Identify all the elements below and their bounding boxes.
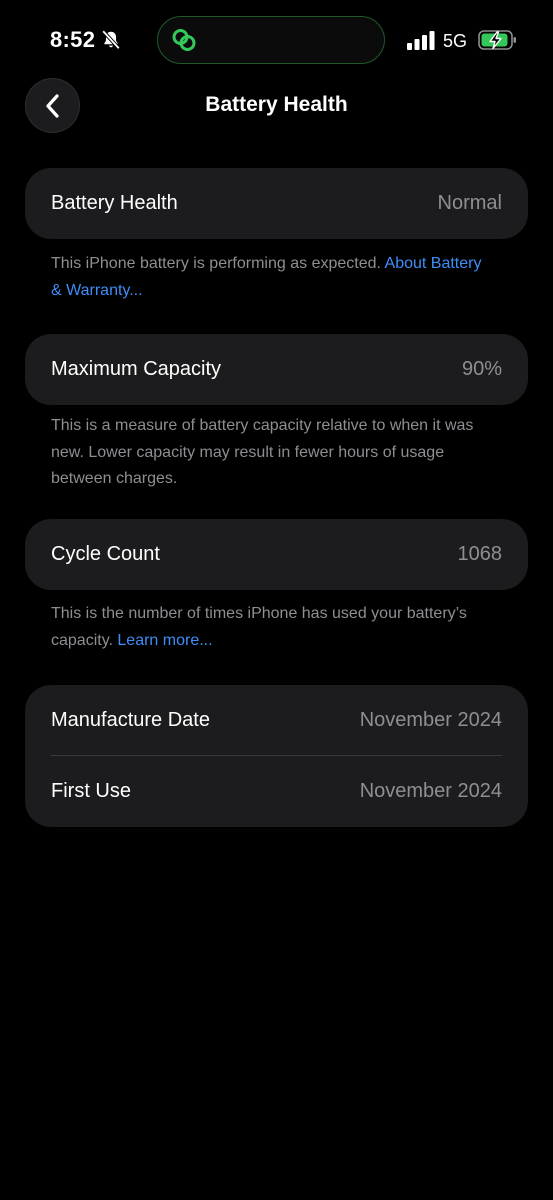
battery-health-value: Normal (437, 192, 502, 214)
maximum-capacity-value: 90% (461, 358, 502, 380)
bell-slash-icon (101, 30, 121, 50)
maximum-capacity-footnote: This is a measure of battery capacity re… (51, 417, 474, 487)
status-time: 8:52 (50, 27, 96, 52)
manufacture-date-label: Manufacture Date (51, 709, 210, 731)
first-use-row: First Use November 2024 (25, 756, 528, 827)
maximum-capacity-card: Maximum Capacity 90% (25, 334, 528, 405)
maximum-capacity-label: Maximum Capacity (51, 358, 222, 380)
first-use-value: November 2024 (359, 780, 502, 802)
battery-health-description: This iPhone battery is performing as exp… (51, 255, 385, 272)
page-title: Battery Health (205, 93, 348, 116)
status-bar: 8:52 5G (0, 0, 553, 80)
battery-health-label: Battery Health (51, 192, 178, 214)
battery-charging-icon (478, 30, 516, 50)
battery-health-row: Battery Health Normal (25, 168, 528, 239)
dates-card: Manufacture Date November 2024 First Use… (25, 685, 528, 827)
cycle-count-card: Cycle Count 1068 (25, 519, 528, 590)
network-type: 5G (443, 31, 468, 51)
cycle-count-footnote: This is the number of times iPhone has u… (51, 601, 491, 654)
cellular-signal-icon (407, 31, 435, 50)
manufacture-date-row: Manufacture Date November 2024 (25, 685, 528, 756)
cycle-count-value: 1068 (457, 543, 503, 565)
manufacture-date-value: November 2024 (359, 709, 502, 731)
battery-health-footnote: This iPhone battery is performing as exp… (51, 251, 491, 304)
cycle-count-label: Cycle Count (51, 543, 160, 565)
first-use-label: First Use (51, 780, 131, 802)
link-icon (172, 29, 196, 51)
battery-health-card: Battery Health Normal (25, 168, 528, 239)
cycle-count-row: Cycle Count 1068 (25, 519, 528, 590)
maximum-capacity-row: Maximum Capacity 90% (25, 334, 528, 405)
cycle-count-description: This is the number of times iPhone has u… (51, 605, 467, 649)
learn-more-link[interactable]: Learn more... (117, 632, 212, 649)
dynamic-island[interactable] (157, 16, 385, 64)
